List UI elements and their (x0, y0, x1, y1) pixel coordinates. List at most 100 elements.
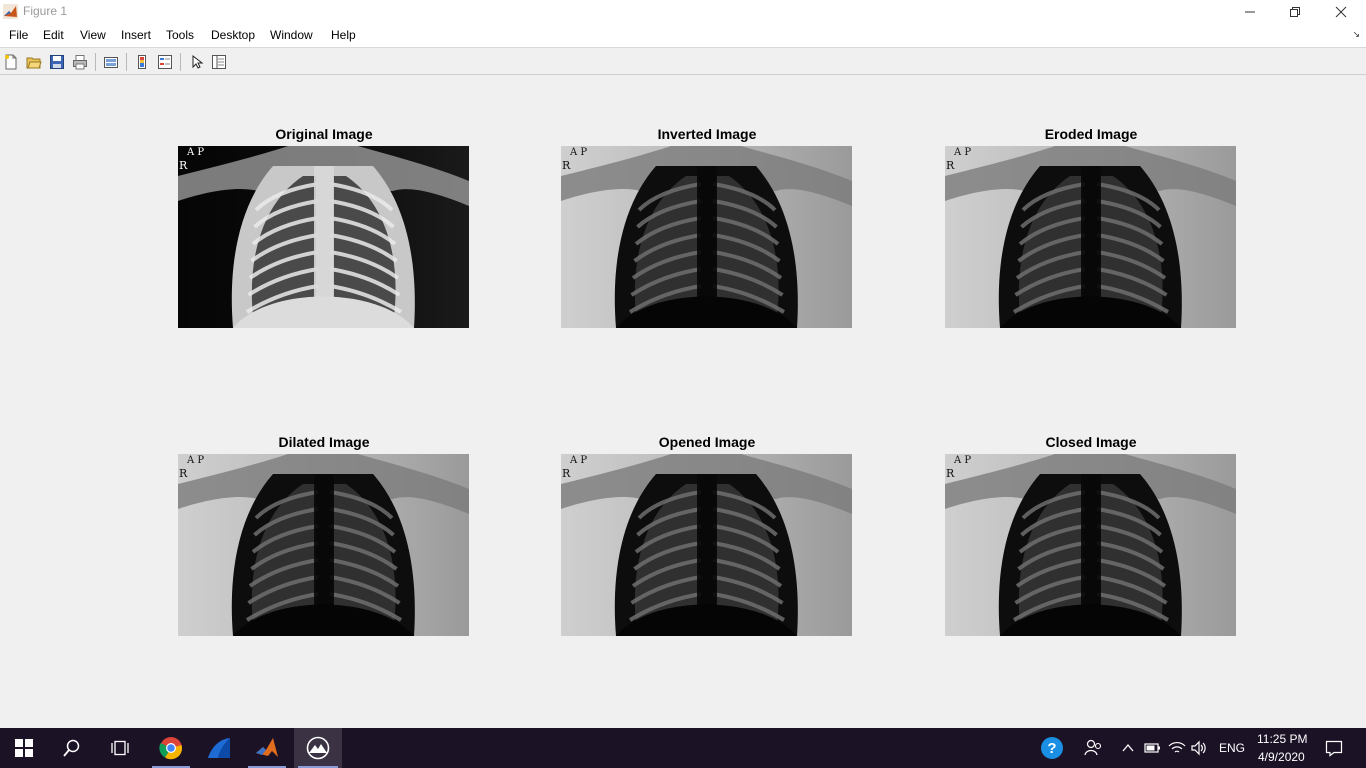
menu-overflow-icon[interactable]: ↘ (1352, 29, 1360, 40)
clock-time[interactable]: 11:25 PM (1257, 732, 1307, 746)
save-icon (50, 55, 64, 69)
speaker-icon (1191, 740, 1206, 756)
show-hidden-icons-button[interactable] (1118, 728, 1138, 768)
edit-plot-icon (192, 54, 204, 69)
close-icon (1335, 6, 1347, 17)
app-icon (208, 738, 230, 758)
taskbar-chrome[interactable] (148, 728, 194, 768)
subplot-title: Dilated Image (278, 434, 370, 450)
menu-insert[interactable]: Insert (121, 28, 151, 42)
help-tray-button[interactable]: ? (1036, 728, 1068, 768)
svg-text:A P: A P (953, 147, 971, 158)
xray-image-dilated: A PR (178, 454, 469, 636)
battery-icon (1144, 743, 1160, 753)
property-inspector-icon (212, 55, 226, 69)
print-icon (73, 55, 87, 70)
start-icon (15, 739, 33, 757)
window-title: Figure 1 (23, 4, 68, 18)
volume-button[interactable] (1188, 728, 1210, 768)
xray-image-inverted: A PR (561, 146, 852, 328)
figure-canvas: Original Image A PR Inverted Image A PR … (0, 76, 1366, 728)
search-button[interactable] (48, 728, 96, 768)
svg-text:R: R (562, 467, 571, 480)
menu-file[interactable]: File (9, 28, 28, 42)
subplot-title: Inverted Image (657, 126, 757, 142)
save-button[interactable] (48, 53, 66, 71)
minimize-icon (1245, 11, 1255, 12)
legend-icon (158, 55, 172, 69)
legend-button[interactable] (156, 53, 174, 71)
restore-icon (1290, 6, 1300, 17)
figure-app-icon (306, 736, 330, 760)
svg-text:R: R (562, 159, 571, 172)
svg-text:R: R (946, 159, 955, 172)
new-figure-icon (5, 54, 17, 70)
windows-taskbar: ? ENG 11:25 PM 4/9/2020 (0, 728, 1366, 768)
people-icon (1084, 739, 1102, 756)
svg-text:R: R (946, 467, 955, 480)
close-button[interactable] (1318, 0, 1364, 23)
svg-text:A P: A P (953, 455, 971, 466)
task-view-button[interactable] (96, 728, 144, 768)
action-center-button[interactable] (1320, 728, 1348, 768)
taskbar-matlab[interactable] (244, 728, 290, 768)
chrome-icon (159, 737, 183, 760)
menu-help[interactable]: Help (331, 28, 356, 42)
toolbar-separator (126, 53, 127, 71)
battery-button[interactable] (1142, 728, 1164, 768)
input-language[interactable]: ENG (1219, 741, 1245, 755)
matlab-app-icon (3, 4, 18, 19)
svg-text:A P: A P (569, 147, 587, 158)
svg-text:?: ? (1047, 740, 1056, 757)
menu-edit[interactable]: Edit (43, 28, 64, 42)
notification-icon (1325, 740, 1343, 757)
colorbar-button[interactable] (133, 53, 151, 71)
property-inspector-button[interactable] (210, 53, 228, 71)
people-button[interactable] (1078, 728, 1108, 768)
new-figure-button[interactable] (2, 53, 20, 71)
figure-window: Figure 1 File Edit View Insert Tools Des… (0, 0, 1366, 728)
wifi-icon (1168, 742, 1186, 753)
subplot-title: Closed Image (1045, 434, 1137, 450)
search-icon (63, 739, 80, 757)
task-view-icon (111, 740, 129, 756)
matlab-icon (256, 738, 278, 757)
link-plot-button[interactable] (102, 53, 120, 71)
open-file-button[interactable] (25, 53, 43, 71)
restore-button[interactable] (1272, 0, 1318, 23)
network-button[interactable] (1166, 728, 1188, 768)
taskbar-figure-app[interactable] (294, 728, 342, 768)
toolbar-separator (95, 53, 96, 71)
menu-tools[interactable]: Tools (166, 28, 194, 42)
svg-text:A P: A P (186, 455, 204, 466)
figure-toolbar (0, 49, 1366, 75)
help-icon: ? (1041, 737, 1063, 759)
title-bar: Figure 1 (0, 0, 1366, 23)
colorbar-icon (138, 55, 146, 69)
svg-text:A P: A P (186, 147, 204, 158)
link-plot-icon (104, 57, 118, 68)
xray-image-original: A PR (178, 146, 469, 328)
menu-bar: File Edit View Insert Tools Desktop Wind… (0, 23, 1366, 48)
menu-desktop[interactable]: Desktop (211, 28, 255, 42)
print-button[interactable] (71, 53, 89, 71)
svg-text:R: R (179, 467, 188, 480)
menu-window[interactable]: Window (270, 28, 313, 42)
xray-image-eroded: A PR (945, 146, 1236, 328)
menu-view[interactable]: View (80, 28, 106, 42)
subplot-title: Eroded Image (1044, 126, 1138, 142)
chevron-up-icon (1122, 743, 1134, 752)
xray-image-opened: A PR (561, 454, 852, 636)
svg-text:R: R (179, 159, 188, 172)
subplot-title: Opened Image (658, 434, 756, 450)
taskbar-app[interactable] (196, 728, 242, 768)
open-file-icon (26, 57, 42, 69)
svg-text:A P: A P (569, 455, 587, 466)
clock-date[interactable]: 4/9/2020 (1258, 750, 1305, 764)
start-button[interactable] (0, 728, 48, 768)
edit-plot-button[interactable] (187, 53, 205, 71)
minimize-button[interactable] (1227, 0, 1273, 23)
subplot-title: Original Image (275, 126, 373, 142)
toolbar-separator (180, 53, 181, 71)
xray-image-closed: A PR (945, 454, 1236, 636)
